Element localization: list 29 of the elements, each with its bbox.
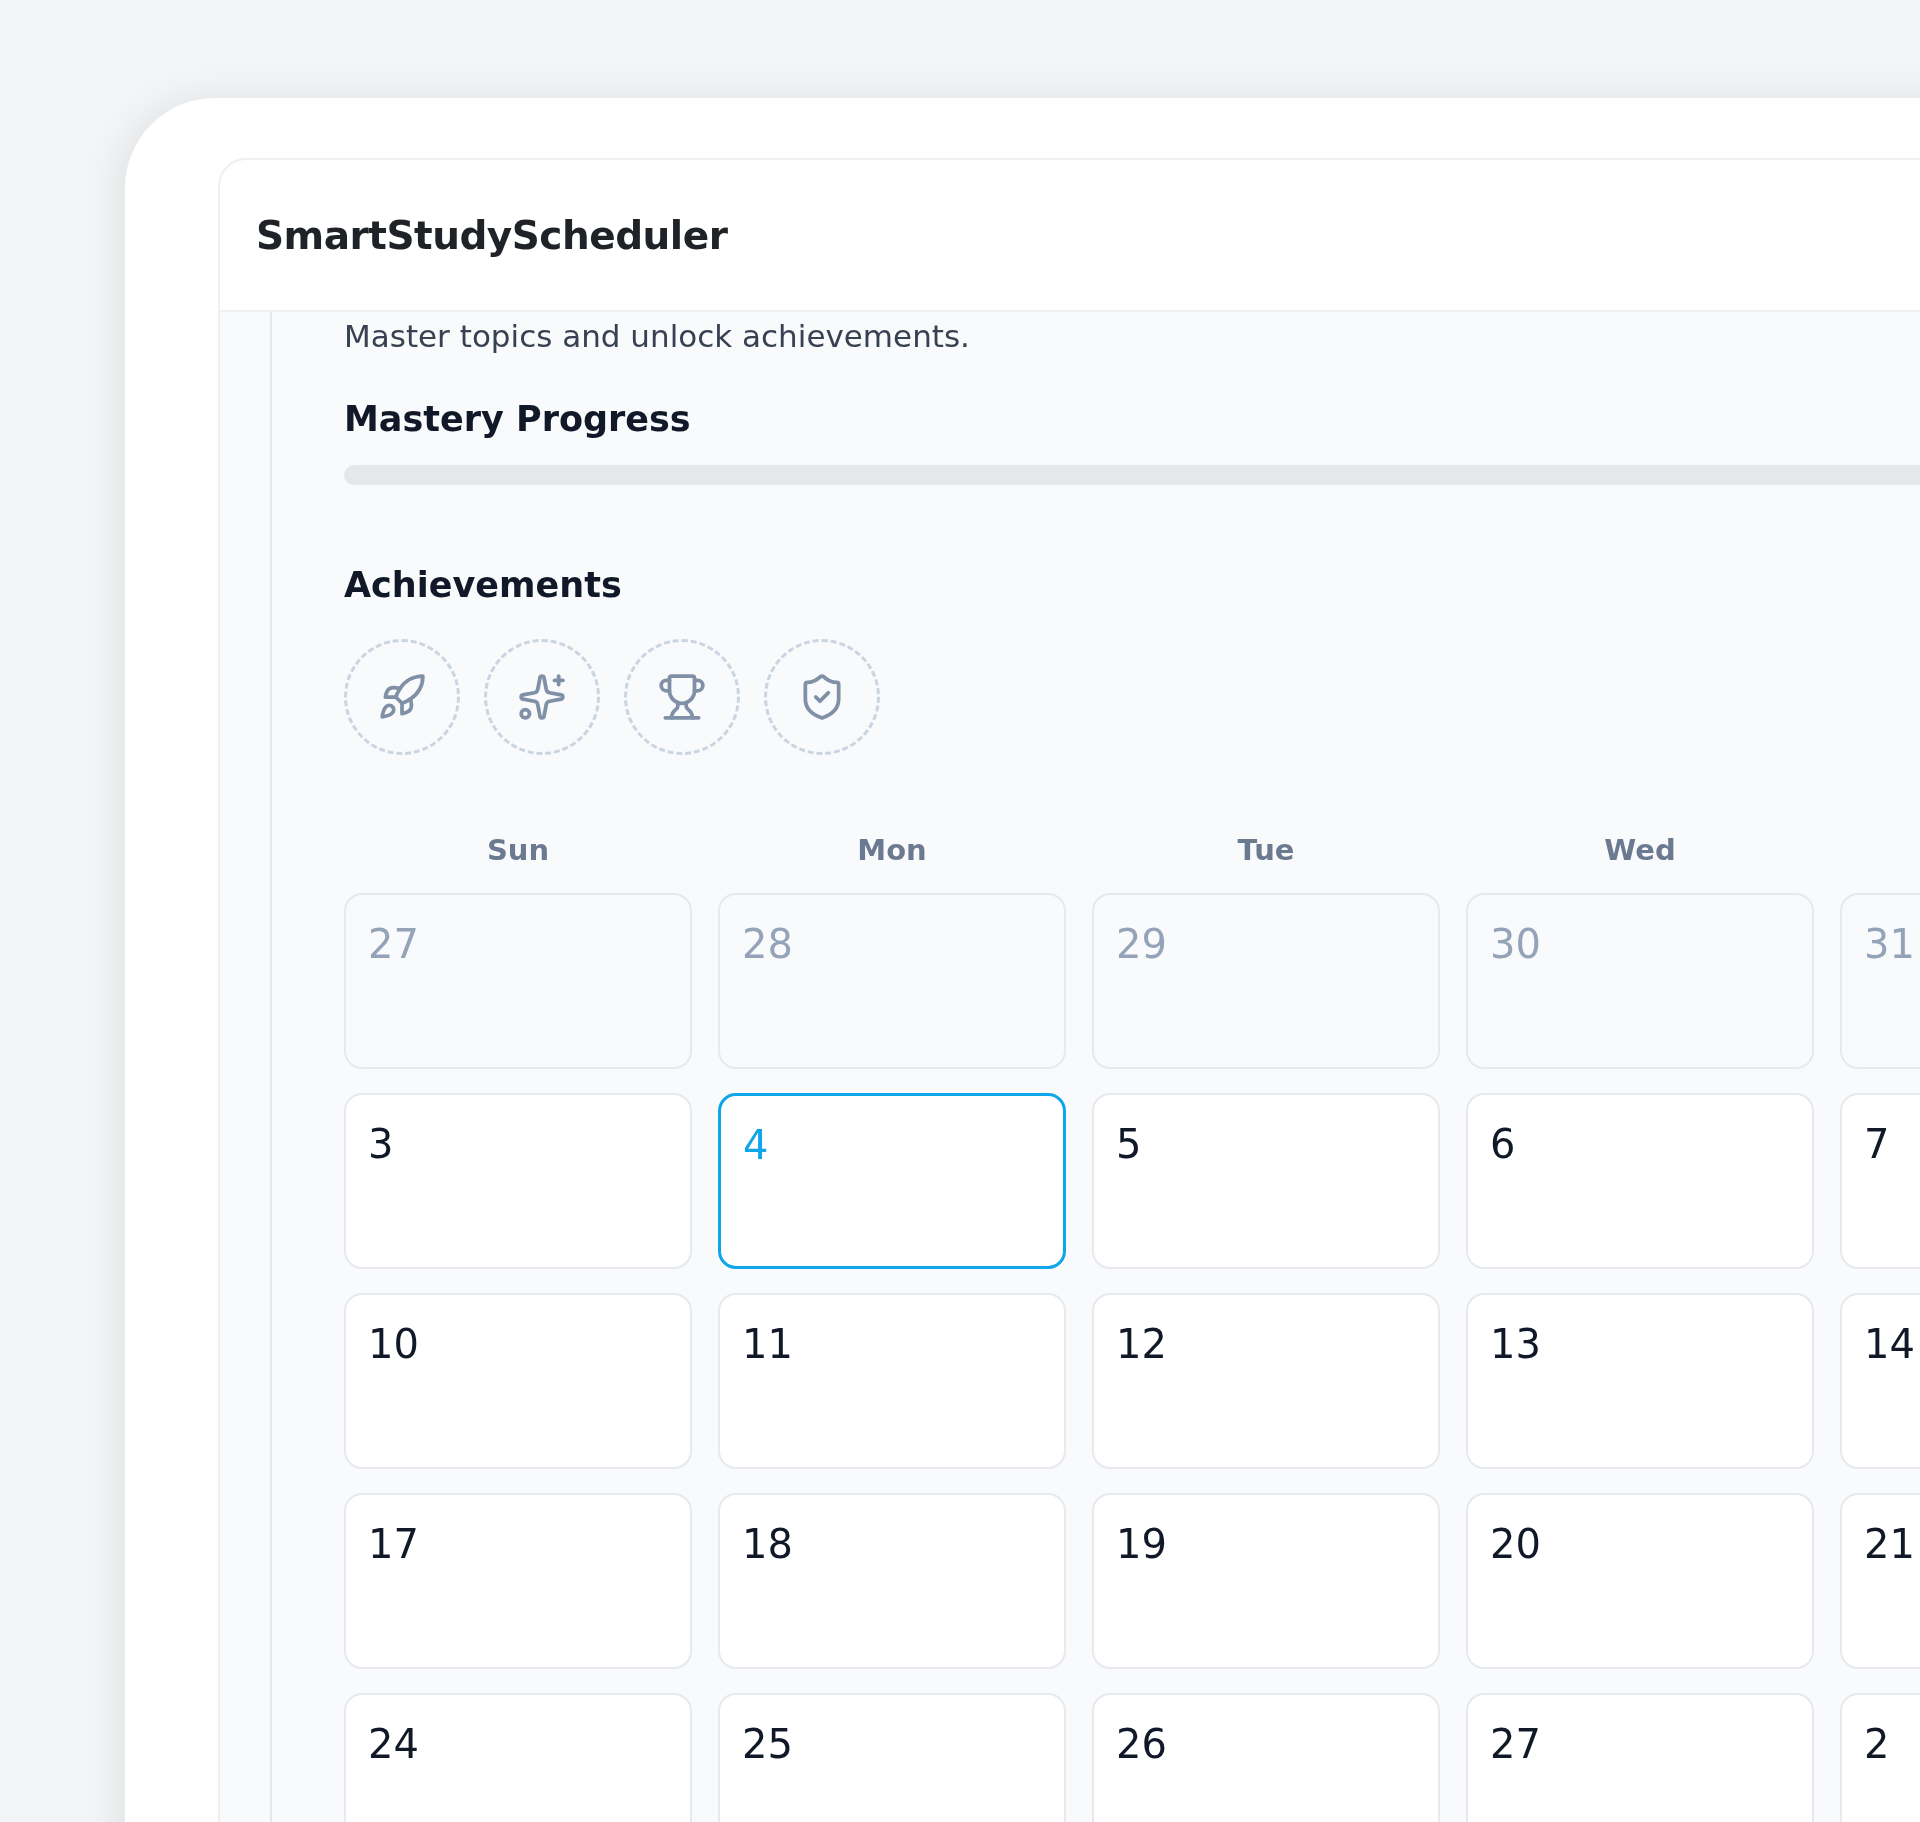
- day-cell[interactable]: 24: [344, 1693, 692, 1822]
- weekday-label: Mon: [856, 833, 928, 868]
- day-cell[interactable]: 20: [1466, 1493, 1814, 1670]
- trophy-icon: [657, 672, 707, 723]
- day-cell[interactable]: 27: [1466, 1693, 1814, 1822]
- app-title: SmartStudyScheduler: [256, 212, 728, 258]
- day-cell[interactable]: 5: [1092, 1093, 1440, 1270]
- sparkles-icon: [517, 672, 567, 723]
- section-heading: Mastery Progress: [344, 399, 692, 440]
- day-cell[interactable]: 17: [344, 1493, 692, 1670]
- day-cell[interactable]: 12: [1092, 1293, 1440, 1470]
- day-cell[interactable]: 21: [1840, 1493, 1920, 1670]
- day-cell[interactable]: 10: [344, 1293, 692, 1470]
- intro-text: Master topics and unlock achievements.: [344, 318, 971, 356]
- day-cell[interactable]: 18: [718, 1493, 1066, 1670]
- day-cell[interactable]: 26: [1092, 1693, 1440, 1822]
- day-cell[interactable]: 6: [1466, 1093, 1814, 1270]
- weekday-label: Wed: [1603, 833, 1677, 868]
- weekday-label: Tue: [1236, 833, 1296, 868]
- section-heading: Achievements: [344, 565, 623, 606]
- weekday-label: Sun: [485, 833, 551, 868]
- day-cell[interactable]: 7: [1840, 1093, 1920, 1270]
- day-cell[interactable]: 25: [718, 1693, 1066, 1822]
- day-cell[interactable]: 13: [1466, 1293, 1814, 1470]
- day-cell[interactable]: 2: [1840, 1693, 1920, 1822]
- day-cell[interactable]: 11: [718, 1293, 1066, 1470]
- day-cell[interactable]: 3: [344, 1093, 692, 1270]
- day-cell[interactable]: 19: [1092, 1493, 1440, 1670]
- day-cell[interactable]: 14: [1840, 1293, 1920, 1470]
